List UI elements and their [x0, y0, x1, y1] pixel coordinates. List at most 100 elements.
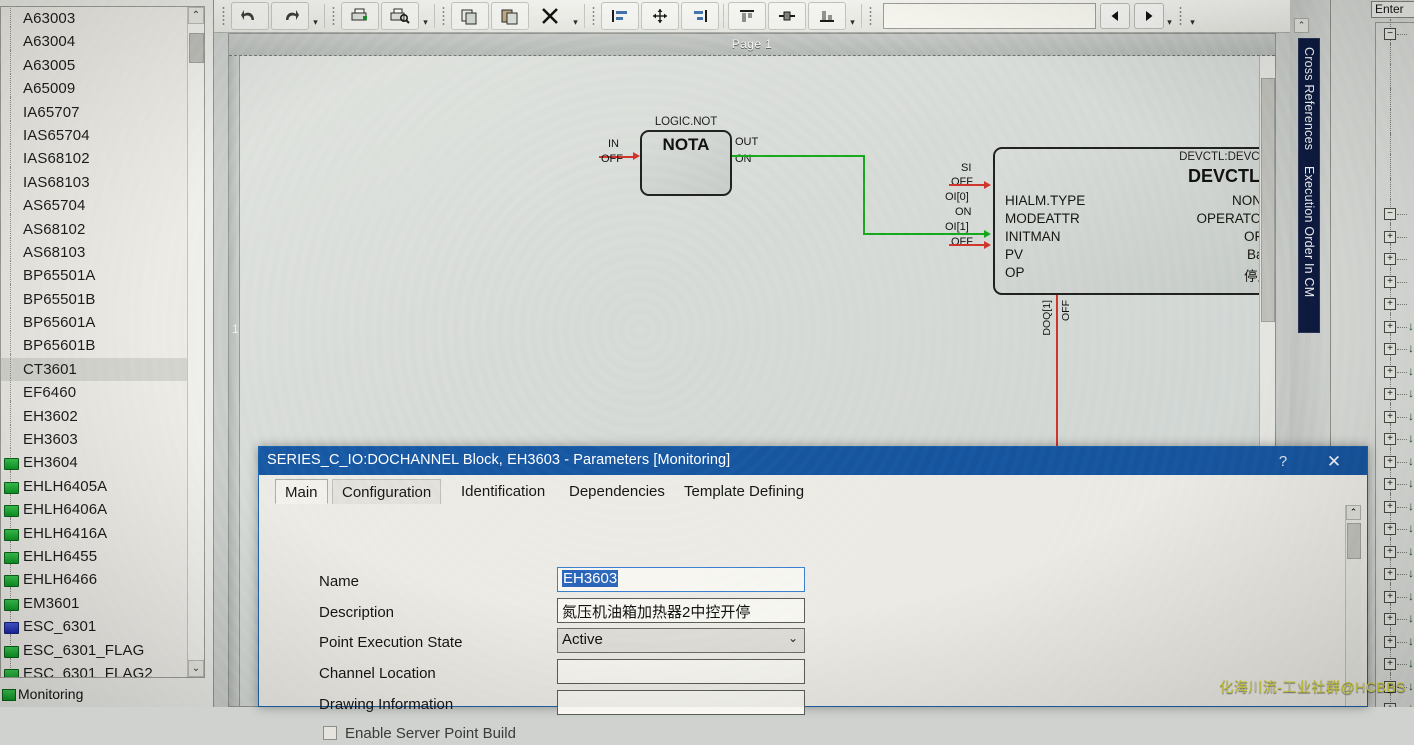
tree-item[interactable]: IAS65704: [1, 124, 188, 147]
vertical-tab-strip[interactable]: Cross References Execution Order In CM: [1298, 38, 1320, 333]
tree-item[interactable]: EHLH6416A: [1, 522, 188, 545]
tree-item[interactable]: IAS68102: [1, 147, 188, 170]
redo-button[interactable]: [271, 2, 309, 30]
expand-icon[interactable]: +: [1384, 613, 1396, 625]
monitoring-tab[interactable]: Monitoring: [0, 681, 205, 707]
right-tree-node[interactable]: +: [1376, 248, 1414, 271]
chevron-down-icon[interactable]: ⌄: [788, 631, 798, 645]
expand-icon[interactable]: +: [1384, 703, 1396, 707]
devctl-block[interactable]: DEVCTL:DEVCTL DEVCTLA HIALM.TYPENONEMODE…: [993, 147, 1276, 295]
parameters-dialog[interactable]: SERIES_C_IO:DOCHANNEL Block, EH3603 - Pa…: [258, 446, 1368, 707]
tree-item[interactable]: EHLH6405A: [1, 475, 188, 498]
expand-icon[interactable]: +: [1384, 478, 1396, 490]
dialog-title-bar[interactable]: SERIES_C_IO:DOCHANNEL Block, EH3603 - Pa…: [259, 447, 1367, 475]
expand-icon[interactable]: +: [1384, 253, 1396, 265]
dialog-scrollbar-thumb[interactable]: [1347, 523, 1361, 559]
right-panel-tree[interactable]: −−+++++↓+↓+↓+↓+↓+↓+↓+↓+↓+↓+↓+↓+↓+↓+↓+↓+↓…: [1375, 22, 1414, 707]
toolbar-overflow-5[interactable]: ▾: [1164, 2, 1175, 30]
close-icon[interactable]: ✕: [1319, 451, 1349, 472]
chevron-up-icon[interactable]: ⌃: [1346, 505, 1361, 520]
expand-icon[interactable]: +: [1384, 388, 1396, 400]
right-tree-node[interactable]: [1376, 158, 1414, 181]
tab-identification[interactable]: Identification: [452, 479, 554, 504]
toolbar-overflow-3[interactable]: ▾: [570, 2, 581, 30]
chevron-up-icon[interactable]: ⌃: [188, 7, 204, 24]
right-panel-header[interactable]: Enter: [1371, 1, 1414, 18]
right-tree-node[interactable]: [1376, 91, 1414, 114]
tree-item[interactable]: EHLH6406A: [1, 498, 188, 521]
right-tree-node[interactable]: +: [1376, 226, 1414, 249]
tree-item[interactable]: ESC_6301: [1, 615, 188, 638]
chevron-up-icon[interactable]: ⌃: [1294, 18, 1309, 33]
right-tree-node[interactable]: +↓: [1376, 428, 1414, 451]
tree-item[interactable]: ESC_6301_FLAG: [1, 639, 188, 662]
expand-icon[interactable]: +: [1384, 658, 1396, 670]
expand-icon[interactable]: +: [1384, 546, 1396, 558]
right-tree-node[interactable]: +: [1376, 293, 1414, 316]
print-button[interactable]: [341, 2, 379, 30]
expand-icon[interactable]: +: [1384, 231, 1396, 243]
right-tree-node[interactable]: +↓: [1376, 338, 1414, 361]
tab-template-defining[interactable]: Template Defining: [675, 479, 813, 504]
tree-item[interactable]: AS68103: [1, 241, 188, 264]
paste-button[interactable]: [491, 2, 529, 30]
right-tree-node[interactable]: +↓: [1376, 361, 1414, 384]
tree-item[interactable]: EH3604: [1, 451, 188, 474]
tree-item[interactable]: BP65601B: [1, 334, 188, 357]
align-right-button[interactable]: [681, 2, 719, 30]
tree-item[interactable]: CT3601: [1, 358, 188, 381]
expand-icon[interactable]: +: [1384, 636, 1396, 648]
toolbar-overflow-1[interactable]: ▾: [310, 2, 321, 30]
right-tree-node[interactable]: +: [1376, 271, 1414, 294]
expand-icon[interactable]: +: [1384, 343, 1396, 355]
toolbar-grip[interactable]: [1178, 5, 1184, 27]
tab-cross-references[interactable]: Cross References: [1299, 39, 1319, 158]
help-icon[interactable]: ?: [1269, 451, 1297, 472]
right-tree-node[interactable]: +↓: [1376, 653, 1414, 676]
point-execution-state-select[interactable]: Active⌄: [557, 628, 805, 653]
right-tree-node[interactable]: [1376, 136, 1414, 159]
collapse-icon[interactable]: −: [1384, 28, 1396, 40]
expand-icon[interactable]: +: [1384, 568, 1396, 580]
tree-item[interactable]: IAS68103: [1, 171, 188, 194]
expand-icon[interactable]: +: [1384, 321, 1396, 333]
tab-execution-order[interactable]: Execution Order In CM: [1299, 158, 1319, 305]
right-tree-node[interactable]: +↓: [1376, 406, 1414, 429]
right-tree-node[interactable]: +↓: [1376, 473, 1414, 496]
tree-item[interactable]: BP65501A: [1, 264, 188, 287]
collapse-icon[interactable]: −: [1384, 208, 1396, 220]
tree-scrollbar[interactable]: ⌃ ⌄: [187, 7, 204, 677]
toolbar-combo-input[interactable]: [883, 3, 1096, 29]
tree-item[interactable]: ESC_6301_FLAG2: [1, 662, 188, 678]
right-tree-node[interactable]: +↓: [1376, 496, 1414, 519]
expand-icon[interactable]: +: [1384, 276, 1396, 288]
main-toolbar[interactable]: ▾ ▾ ▾ ▾ ▾ ▾: [214, 0, 1414, 33]
right-tree-node[interactable]: +↓: [1376, 608, 1414, 631]
drawing-information-input[interactable]: [557, 690, 805, 715]
toolbar-grip[interactable]: [591, 5, 597, 27]
right-tree-node[interactable]: [1376, 181, 1414, 204]
right-tree-node[interactable]: +↓: [1376, 586, 1414, 609]
channel-location-input[interactable]: [557, 659, 805, 684]
right-tree-node[interactable]: [1376, 113, 1414, 136]
point-tree-list[interactable]: A63003A63004A63005A65009IA65707IAS65704I…: [0, 6, 205, 678]
align-left-button[interactable]: [601, 2, 639, 30]
toolbar-overflow-6[interactable]: ▾: [1187, 2, 1198, 30]
toolbar-grip[interactable]: [331, 5, 337, 27]
tab-configuration[interactable]: Configuration: [332, 479, 441, 504]
right-tree-node[interactable]: +↓: [1376, 541, 1414, 564]
align-center-button[interactable]: [641, 2, 679, 30]
delete-button[interactable]: [531, 2, 569, 30]
tree-item[interactable]: IA65707: [1, 101, 188, 124]
tree-item[interactable]: EM3601: [1, 592, 188, 615]
tree-item[interactable]: EHLH6455: [1, 545, 188, 568]
tree-item[interactable]: BP65501B: [1, 288, 188, 311]
next-page-button[interactable]: [1134, 3, 1164, 29]
description-input[interactable]: 氮压机油箱加热器2中控开停: [557, 598, 805, 623]
right-tree-node[interactable]: [1376, 68, 1414, 91]
expand-icon[interactable]: +: [1384, 298, 1396, 310]
tree-item[interactable]: A63003: [1, 7, 188, 30]
tree-item[interactable]: A65009: [1, 77, 188, 100]
tree-item[interactable]: EH3602: [1, 405, 188, 428]
right-tree-node[interactable]: −: [1376, 203, 1414, 226]
